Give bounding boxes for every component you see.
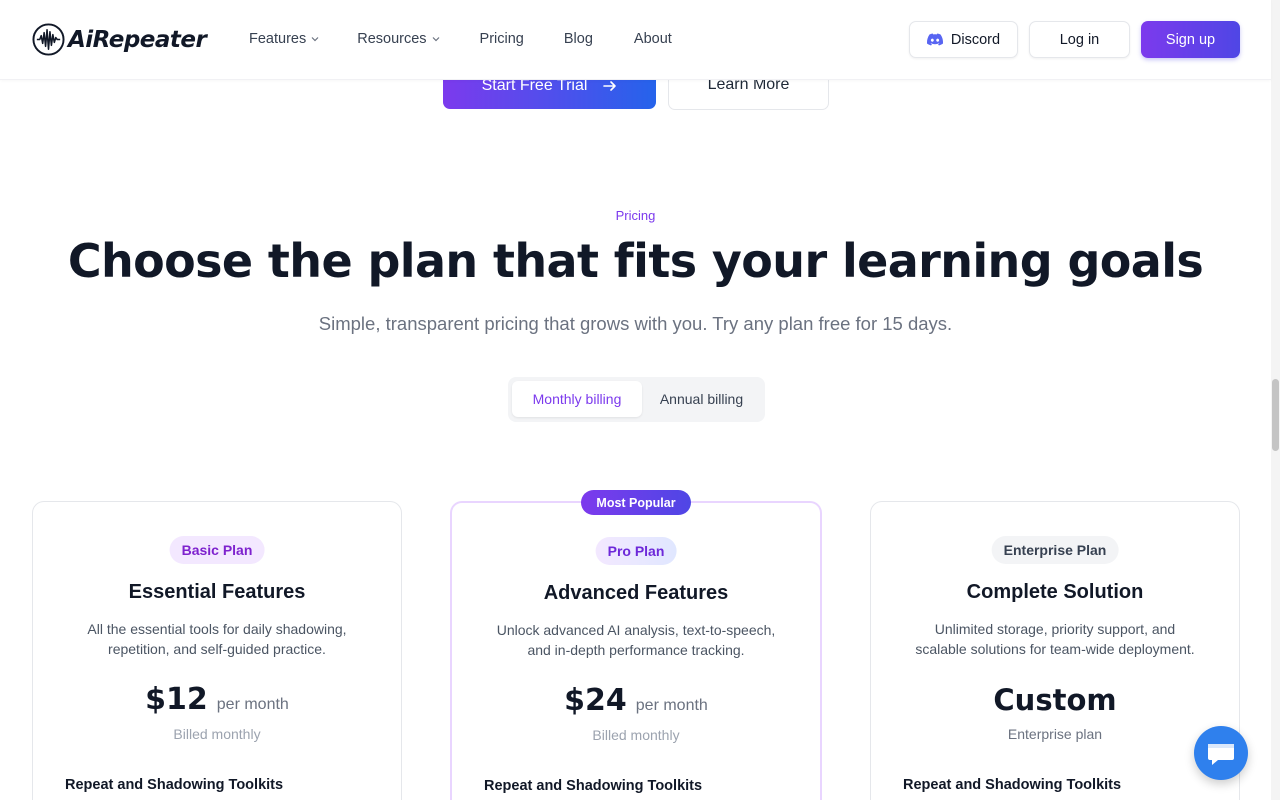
plan-card-basic: Basic Plan Essential Features All the es…: [32, 501, 402, 800]
plan-description: Unlimited storage, priority support, and…: [915, 621, 1195, 657]
price-row: $12 per month: [33, 682, 401, 717]
pricing-headline: Choose the plan that fits your learning …: [67, 234, 1204, 288]
price-row: $24 per month: [452, 683, 820, 718]
nav-about-label: About: [633, 31, 672, 47]
signup-button[interactable]: Sign up: [1141, 21, 1240, 58]
plan-price: $24: [564, 683, 627, 718]
feature-item: Repeat and Shadowing Toolkits: [903, 777, 1122, 793]
monthly-billing-option[interactable]: Monthly billing: [512, 381, 642, 417]
chat-bubble-icon: [1208, 744, 1234, 765]
plan-period: per month: [635, 697, 708, 714]
nav-about[interactable]: About: [634, 31, 672, 47]
annual-billing-option[interactable]: Annual billing: [642, 381, 761, 417]
nav-blog-label: Blog: [563, 31, 593, 47]
scrollbar-thumb[interactable]: [1272, 379, 1279, 451]
soundwave-icon: [32, 23, 65, 56]
feature-item: Repeat and Shadowing Toolkits: [484, 778, 703, 794]
billing-note: Enterprise plan: [1007, 726, 1103, 742]
login-label: Log in: [1059, 31, 1100, 48]
plan-badge: Enterprise Plan: [991, 536, 1119, 564]
plan-name: Essential Features: [128, 581, 306, 603]
logo[interactable]: AiRepeater: [32, 23, 207, 56]
plan-period: per month: [216, 696, 289, 713]
plan-price: Custom: [993, 683, 1117, 717]
plan-description: All the essential tools for daily shadow…: [87, 621, 347, 657]
nav-features-label: Features: [249, 31, 307, 47]
main-nav: Features Resources Pricing Blog About: [249, 31, 672, 47]
site-header: AiRepeater Features Resources Pricing Bl…: [0, 0, 1271, 80]
billing-note: Billed monthly: [173, 726, 261, 742]
nav-features[interactable]: Features: [249, 31, 319, 47]
chevron-down-icon: [432, 37, 439, 42]
login-button[interactable]: Log in: [1029, 21, 1130, 58]
discord-label: Discord: [950, 31, 1001, 48]
nav-resources-label: Resources: [357, 31, 427, 47]
plan-name: Advanced Features: [543, 582, 729, 604]
plan-description: Unlock advanced AI analysis, text-to-spe…: [496, 622, 776, 658]
most-popular-badge: Most Popular: [581, 490, 691, 515]
chat-widget-button[interactable]: [1194, 726, 1248, 780]
discord-icon: [926, 33, 943, 46]
plan-badge: Basic Plan: [169, 536, 265, 564]
discord-button[interactable]: Discord: [909, 21, 1018, 58]
billing-note: Billed monthly: [592, 727, 680, 743]
plan-card-enterprise: Enterprise Plan Complete Solution Unlimi…: [870, 501, 1240, 800]
pricing-subhead: Simple, transparent pricing that grows w…: [318, 313, 953, 334]
nav-blog[interactable]: Blog: [564, 31, 593, 47]
nav-resources[interactable]: Resources: [357, 31, 439, 47]
signup-label: Sign up: [1165, 31, 1216, 48]
arrow-right-icon: [603, 81, 617, 91]
nav-pricing[interactable]: Pricing: [480, 31, 524, 47]
plan-price: $12: [145, 682, 208, 717]
pricing-eyebrow: Pricing: [615, 208, 656, 223]
plan-badge: Pro Plan: [595, 537, 677, 565]
plan-name: Complete Solution: [966, 581, 1144, 603]
plan-card-pro: Pro Plan Advanced Features Unlock advanc…: [450, 501, 822, 800]
feature-item: Repeat and Shadowing Toolkits: [65, 777, 284, 793]
chevron-down-icon: [311, 37, 319, 42]
billing-toggle: Monthly billing Annual billing: [508, 377, 765, 422]
nav-pricing-label: Pricing: [479, 31, 524, 47]
logo-text: AiRepeater: [68, 26, 207, 53]
